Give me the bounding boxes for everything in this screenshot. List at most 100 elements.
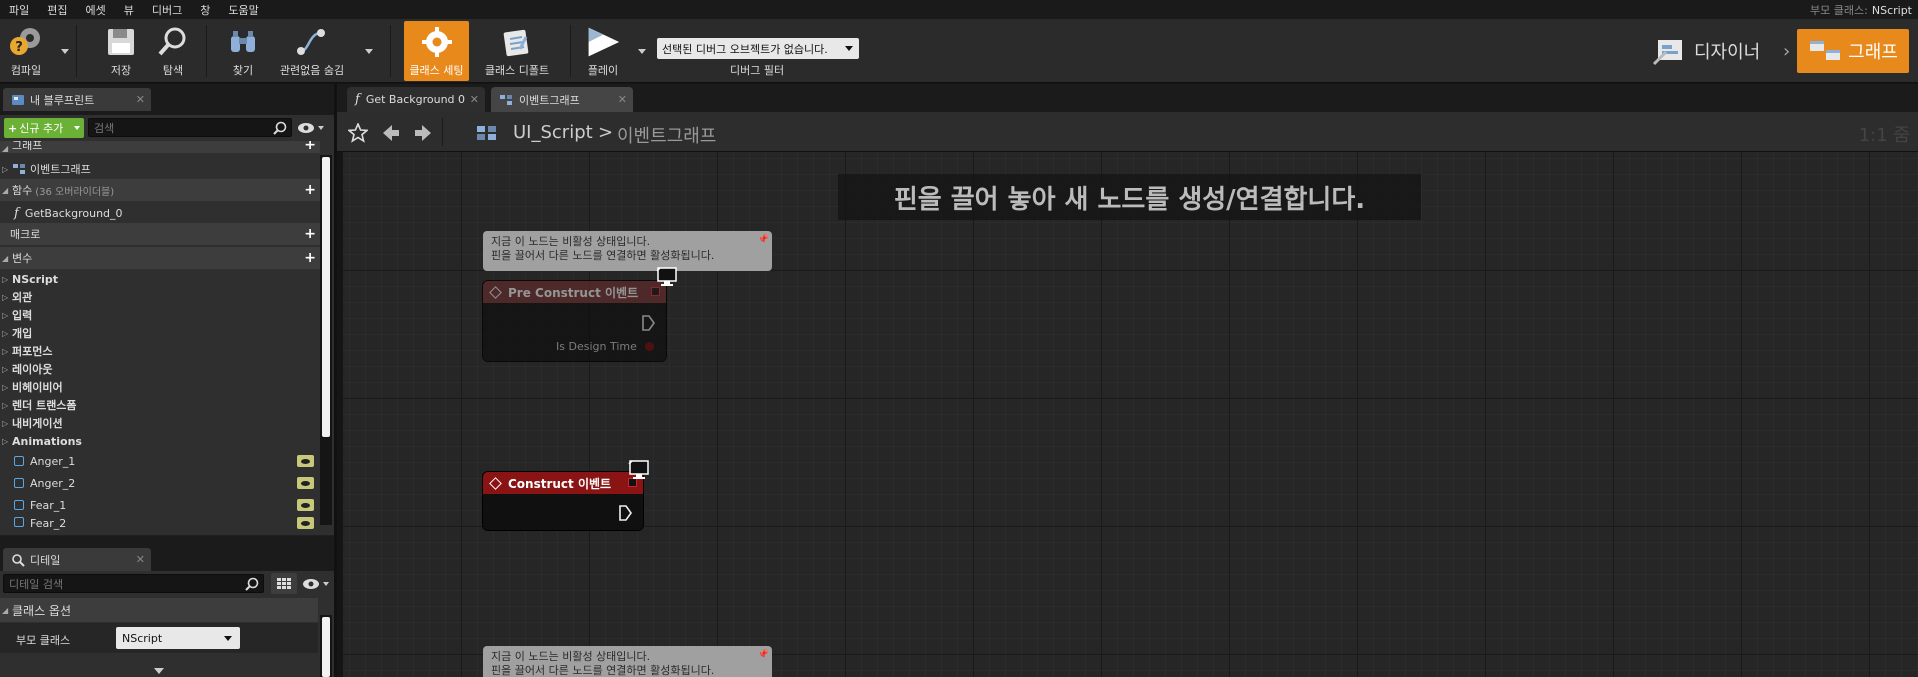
designer-mode-button[interactable]: 디자이너 xyxy=(1652,32,1760,70)
add-new-button[interactable]: + 신규 추가 xyxy=(4,118,84,138)
my-blueprint-tab[interactable]: 내 블루프린트 ✕ xyxy=(3,88,151,111)
hide-unrelated-button[interactable]: 관련없음 숨김 xyxy=(276,21,348,81)
bool-output-pin[interactable] xyxy=(645,342,654,351)
tree-item-function[interactable]: f GetBackground_0 xyxy=(0,204,320,222)
forward-arrow-icon[interactable] xyxy=(413,123,433,143)
star-icon[interactable] xyxy=(348,123,368,143)
expand-arrow-icon[interactable]: ▷ xyxy=(2,293,12,302)
add-graph-button[interactable]: + xyxy=(304,141,316,153)
hint-text: 핀을 끌어 놓아 새 노드를 생성/연결합니다. xyxy=(893,184,1366,215)
var-category-behavior[interactable]: ▷ 비헤이비어 xyxy=(0,378,320,396)
expand-arrow-icon[interactable]: ▷ xyxy=(2,365,12,374)
variable-item[interactable]: Fear_1 xyxy=(0,496,320,514)
expand-arrow-icon[interactable]: ▷ xyxy=(2,437,12,446)
node-header[interactable]: Pre Construct 이벤트 xyxy=(483,281,666,303)
parent-class-combo[interactable]: NScript xyxy=(116,627,240,649)
close-icon[interactable]: ✕ xyxy=(470,93,479,106)
graph-mode-button[interactable]: 그래프 xyxy=(1797,29,1909,73)
menu-help[interactable]: 도움말 xyxy=(219,2,267,18)
add-function-button[interactable]: + xyxy=(304,182,316,198)
compile-button[interactable]: ? 컴파일 xyxy=(2,21,50,81)
node-header[interactable]: Construct 이벤트 xyxy=(483,472,643,494)
visibility-eye-icon[interactable] xyxy=(297,499,314,511)
tree-item-event-graph[interactable]: ▷ 이벤트그래프 xyxy=(0,160,320,178)
visibility-eye-icon[interactable] xyxy=(297,477,314,489)
monitor-icon xyxy=(656,267,677,286)
expand-arrow-icon[interactable]: ▷ xyxy=(2,311,12,320)
parent-class-value[interactable]: NScript xyxy=(1872,4,1912,17)
class-defaults-button[interactable]: 클래스 디폴트 xyxy=(478,21,556,81)
tab-event-graph[interactable]: 이벤트그래프 ✕ xyxy=(491,87,633,112)
var-category-performance[interactable]: ▷ 퍼포먼스 xyxy=(0,342,320,360)
var-category-navigation[interactable]: ▷ 내비게이션 xyxy=(0,414,320,432)
menu-view[interactable]: 뷰 xyxy=(115,2,143,18)
menu-asset[interactable]: 에셋 xyxy=(77,2,115,18)
variable-item[interactable]: Anger_1 xyxy=(0,452,320,470)
var-category-layout[interactable]: ▷ 레이아웃 xyxy=(0,360,320,378)
debug-object-select[interactable]: 선택된 디버그 오브젝트가 없습니다. xyxy=(657,38,859,59)
play-options-arrow[interactable] xyxy=(638,49,646,54)
view-options-button[interactable] xyxy=(297,119,327,137)
var-category-appearance[interactable]: ▷ 외관 xyxy=(0,288,320,306)
expand-arrow-icon[interactable]: ▷ xyxy=(2,275,12,284)
browse-button[interactable]: 탐색 xyxy=(152,21,194,81)
compile-options-arrow[interactable] xyxy=(61,49,69,54)
advanced-expand-icon[interactable] xyxy=(154,668,164,674)
menu-edit[interactable]: 편집 xyxy=(38,2,76,18)
my-blueprint-scrollbar[interactable] xyxy=(320,155,332,525)
construct-event-node[interactable]: Construct 이벤트 xyxy=(483,472,643,530)
pre-construct-event-node[interactable]: Pre Construct 이벤트 Is Design Time xyxy=(483,281,666,361)
class-settings-button[interactable]: 클래스 세팅 xyxy=(404,21,469,81)
my-blueprint-search-input[interactable]: 검색 xyxy=(88,118,292,137)
expand-arrow-icon[interactable]: ▷ xyxy=(2,401,12,410)
visibility-eye-icon[interactable] xyxy=(297,517,314,529)
class-options-section-header[interactable]: ◢ 클래스 옵션 xyxy=(0,598,318,622)
close-icon[interactable]: ✕ xyxy=(136,553,145,566)
var-category-input[interactable]: ▷ 입력 xyxy=(0,306,320,324)
details-tab[interactable]: 디테일 ✕ xyxy=(3,548,151,571)
add-variable-button[interactable]: + xyxy=(304,250,316,266)
var-category-render-transform[interactable]: ▷ 렌더 트랜스폼 xyxy=(0,396,320,414)
scrollbar-thumb[interactable] xyxy=(322,617,330,677)
pin-icon[interactable]: 📌 xyxy=(758,233,769,247)
breadcrumb-root[interactable]: UI_Script xyxy=(513,122,593,143)
menu-file[interactable]: 파일 xyxy=(0,2,38,18)
variables-section-header[interactable]: ◢ 변수 + xyxy=(0,247,320,269)
macros-section-header[interactable]: 매크로 + xyxy=(0,223,320,245)
menu-debug[interactable]: 디버그 xyxy=(143,2,191,18)
exec-output-pin[interactable] xyxy=(641,315,655,331)
expand-arrow-icon[interactable]: ▷ xyxy=(2,165,12,174)
property-matrix-button[interactable] xyxy=(271,573,297,594)
category-label: 입력 xyxy=(12,309,33,322)
play-button[interactable]: 플레이 xyxy=(580,21,626,81)
delegate-pin[interactable] xyxy=(651,287,660,296)
var-category-interaction[interactable]: ▷ 개입 xyxy=(0,324,320,342)
expand-arrow-icon[interactable]: ▷ xyxy=(2,347,12,356)
details-scrollbar[interactable] xyxy=(320,615,332,677)
find-button[interactable]: 찾기 xyxy=(222,21,264,81)
expand-arrow-icon[interactable]: ▷ xyxy=(2,419,12,428)
add-macro-button[interactable]: + xyxy=(304,226,316,242)
visibility-eye-icon[interactable] xyxy=(297,455,314,467)
var-category-animations[interactable]: ▷ Animations xyxy=(0,432,320,450)
var-category-nscript[interactable]: ▷ NScript xyxy=(0,270,320,288)
graphs-section-header[interactable]: ◢ 그래프 + xyxy=(0,141,320,153)
expand-arrow-icon[interactable]: ▷ xyxy=(2,383,12,392)
menu-window[interactable]: 창 xyxy=(191,2,219,18)
expand-arrow-icon[interactable]: ▷ xyxy=(2,329,12,338)
functions-section-header[interactable]: ◢ 함수 (36 오버라이더블) + xyxy=(0,179,320,201)
pin-icon[interactable]: 📌 xyxy=(758,648,769,662)
hide-unrelated-options-arrow[interactable] xyxy=(365,49,373,54)
details-search-input[interactable]: 디테일 검색 xyxy=(3,574,264,593)
variable-item[interactable]: Fear_2 xyxy=(0,517,320,531)
scrollbar-thumb[interactable] xyxy=(322,157,330,437)
close-icon[interactable]: ✕ xyxy=(136,93,145,106)
back-arrow-icon[interactable] xyxy=(381,123,401,143)
close-icon[interactable]: ✕ xyxy=(618,93,627,106)
details-view-options-button[interactable] xyxy=(302,575,332,593)
variable-item[interactable]: Anger_2 xyxy=(0,474,320,492)
save-button[interactable]: 저장 xyxy=(100,21,142,81)
tab-get-background[interactable]: f Get Background 0 ✕ xyxy=(347,87,485,112)
exec-output-pin[interactable] xyxy=(618,505,632,521)
panel-splitter[interactable] xyxy=(334,84,337,677)
